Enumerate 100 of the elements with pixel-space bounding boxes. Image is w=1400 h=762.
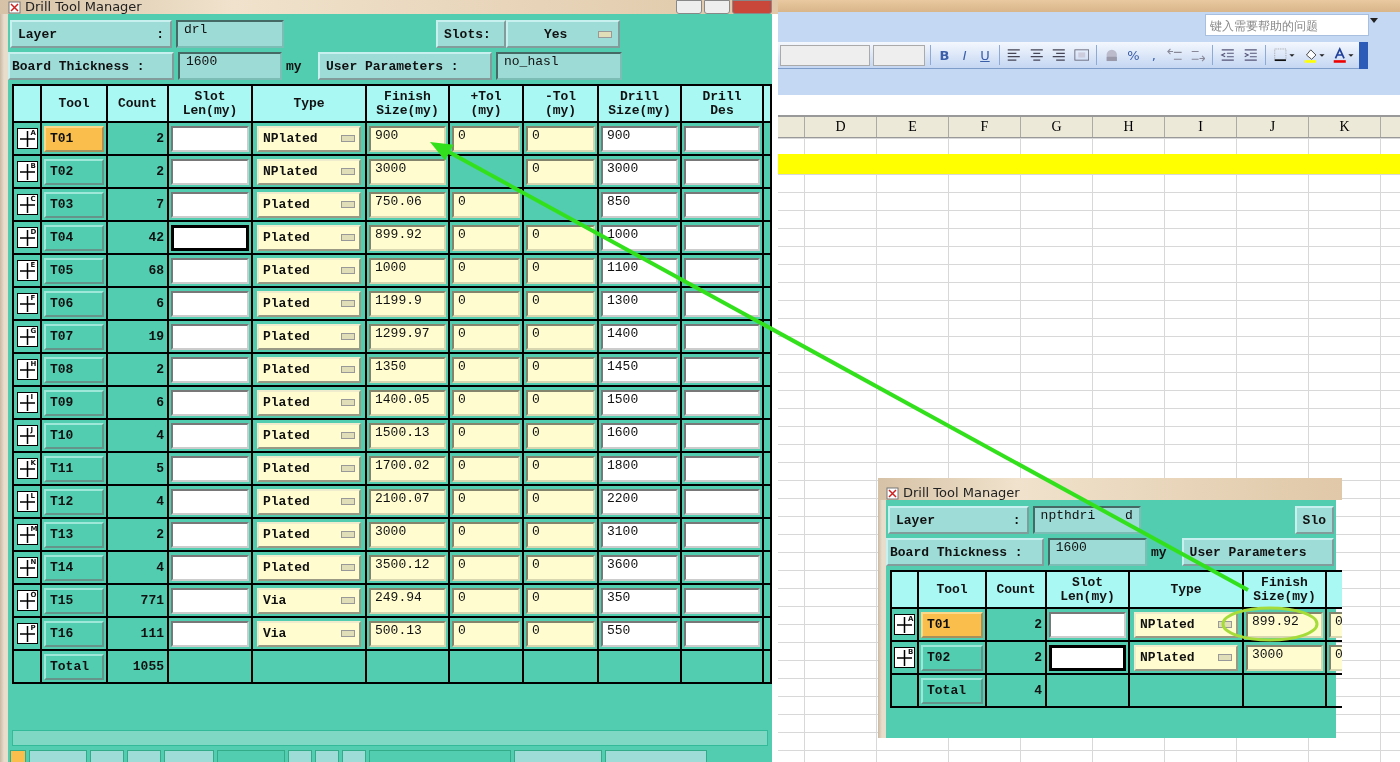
plus-tolerance-field[interactable]: 0 [1329, 644, 1342, 671]
toolbar-button[interactable]: % [1124, 47, 1143, 63]
minus-tolerance-field[interactable]: 0 [526, 455, 595, 482]
tool-button[interactable]: T13 [44, 521, 104, 548]
layer-button[interactable]: Layer : [888, 506, 1029, 534]
minus-tolerance-field[interactable]: 0 [526, 521, 595, 548]
expand-icon[interactable] [16, 326, 38, 347]
align-left-icon[interactable] [1006, 46, 1022, 64]
minus-tolerance-field[interactable]: 0 [526, 323, 595, 350]
expand-icon[interactable] [894, 647, 915, 668]
drill-size-field[interactable]: 1600 [601, 422, 678, 449]
plus-tolerance-field[interactable]: 0 [452, 455, 520, 482]
finish-size-field[interactable]: 500.13 [369, 620, 446, 647]
type-dropdown[interactable]: Plated [257, 356, 361, 383]
toolbar-button[interactable]: B [935, 47, 954, 63]
minimize-button[interactable] [676, 0, 702, 14]
font-color-icon[interactable] [1331, 46, 1355, 64]
minus-tolerance-field[interactable]: 0 [526, 554, 595, 581]
board-thickness-field[interactable]: 1600 [1047, 538, 1148, 566]
tool-button[interactable]: T08 [44, 356, 104, 383]
type-dropdown[interactable]: NPlated [1134, 644, 1238, 671]
tool-button[interactable]: T14 [44, 554, 104, 581]
drill-size-field[interactable]: 3600 [601, 554, 678, 581]
expand-icon[interactable] [16, 392, 38, 413]
toolbar-button[interactable]: I [956, 47, 974, 63]
expand-icon[interactable] [16, 524, 38, 545]
finish-size-field[interactable]: 3500.12 [369, 554, 446, 581]
drill-size-field[interactable]: 2200 [601, 488, 678, 515]
plus-tolerance-field[interactable]: 0 [452, 290, 520, 317]
finish-size-field[interactable]: 2100.07 [369, 488, 446, 515]
minus-tolerance-field[interactable]: 0 [526, 125, 595, 152]
plus-tolerance-field[interactable]: 0 [452, 587, 520, 614]
plus-tolerance-field[interactable]: 0 [452, 125, 520, 152]
drill-description-field[interactable] [684, 191, 760, 218]
finish-size-field[interactable]: 3000 [369, 521, 446, 548]
tool-button[interactable]: T02 [921, 644, 983, 671]
drill-description-field[interactable] [684, 488, 760, 515]
type-dropdown[interactable]: Plated [257, 455, 361, 482]
fill-color-icon[interactable] [1302, 46, 1325, 64]
expand-icon[interactable] [16, 425, 38, 446]
drill-description-field[interactable] [684, 323, 760, 350]
finish-size-field[interactable]: 3000 [369, 158, 446, 185]
expand-icon[interactable] [894, 614, 915, 635]
drill-size-field[interactable]: 550 [601, 620, 678, 647]
decrease-indent-icon[interactable] [1220, 46, 1236, 64]
expand-icon[interactable] [16, 227, 38, 248]
finish-size-field[interactable]: 900 [369, 125, 446, 152]
finish-size-field[interactable]: 1350 [369, 356, 446, 383]
finish-size-field[interactable]: 3000 [1246, 644, 1323, 671]
slot-length-field[interactable] [171, 224, 249, 251]
drill-size-field[interactable]: 900 [601, 125, 678, 152]
type-dropdown[interactable]: NPlated [1134, 611, 1238, 638]
finish-size-field[interactable]: 249.94 [369, 587, 446, 614]
toolbar-button[interactable]: U [976, 47, 994, 63]
layer-field[interactable]: npthdri d [1032, 506, 1141, 534]
tool-button[interactable]: T05 [44, 257, 104, 284]
finish-size-field[interactable]: 899.92 [369, 224, 446, 251]
board-thickness-field[interactable]: 1600 [178, 52, 282, 80]
plus-tolerance-field[interactable]: 0 [452, 521, 520, 548]
tool-button[interactable]: T07 [44, 323, 104, 350]
dropdown-arrow-icon[interactable] [1370, 18, 1378, 23]
type-dropdown[interactable]: NPlated [257, 158, 361, 185]
tool-button[interactable]: T01 [921, 611, 983, 638]
minus-tolerance-field[interactable]: 0 [526, 224, 595, 251]
drill-description-field[interactable] [684, 455, 760, 482]
plus-tolerance-field[interactable]: 0 [452, 356, 520, 383]
plus-tolerance-field[interactable]: 0 [452, 389, 520, 416]
plus-tolerance-field[interactable]: 0 [452, 191, 520, 218]
drill-description-field[interactable] [684, 587, 760, 614]
minus-tolerance-field[interactable]: 0 [526, 290, 595, 317]
layer-button[interactable]: Layer : [10, 20, 172, 48]
tool-button[interactable]: T06 [44, 290, 104, 317]
tool-button[interactable]: T01 [44, 125, 104, 152]
plus-tolerance-field[interactable]: 0 [452, 554, 520, 581]
borders-icon[interactable] [1273, 46, 1296, 64]
align-right-icon[interactable] [1051, 46, 1067, 64]
help-search-field[interactable]: 键入需要帮助的问题 [1205, 14, 1369, 36]
type-dropdown[interactable]: Via [257, 620, 361, 647]
drill-size-field[interactable]: 1800 [601, 455, 678, 482]
finish-size-field[interactable]: 899.92 [1246, 611, 1323, 638]
finish-size-field[interactable]: 1400.05 [369, 389, 446, 416]
finish-size-field[interactable]: 1199.9 [369, 290, 446, 317]
tool-button[interactable]: T15 [44, 587, 104, 614]
drill-description-field[interactable] [684, 620, 760, 647]
type-dropdown[interactable]: NPlated [257, 125, 361, 152]
minus-tolerance-field[interactable]: 0 [526, 389, 595, 416]
minus-tolerance-field[interactable]: 0 [526, 158, 595, 185]
drill-size-field[interactable]: 1400 [601, 323, 678, 350]
user-parameters-field[interactable]: no_hasl [496, 52, 622, 80]
drill-size-field[interactable]: 350 [601, 587, 678, 614]
drill-description-field[interactable] [684, 521, 760, 548]
type-dropdown[interactable]: Plated [257, 257, 361, 284]
toolbar-button[interactable]: , [1145, 47, 1163, 63]
tool-button[interactable]: T12 [44, 488, 104, 515]
drill-size-field[interactable]: 1450 [601, 356, 678, 383]
plus-tolerance-field[interactable]: 0 [452, 422, 520, 449]
drill-description-field[interactable] [684, 356, 760, 383]
expand-icon[interactable] [16, 260, 38, 281]
type-dropdown[interactable]: Plated [257, 191, 361, 218]
expand-icon[interactable] [16, 590, 38, 611]
